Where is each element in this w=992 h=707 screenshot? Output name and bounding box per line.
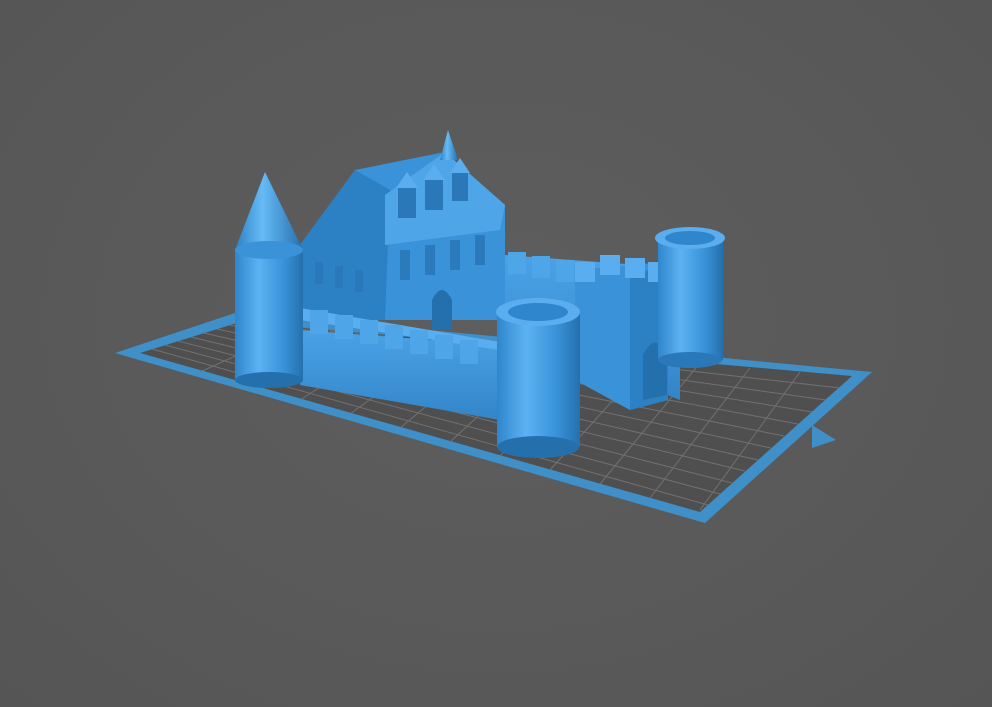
tower-back-right [655,227,725,368]
bed-origin-marker [812,425,836,448]
tower-left [235,172,303,388]
tower-front-right [496,298,580,458]
castle-keep [300,130,505,330]
scene-canvas[interactable] [0,0,992,707]
3d-viewport[interactable] [0,0,992,707]
gatehouse [575,255,668,410]
